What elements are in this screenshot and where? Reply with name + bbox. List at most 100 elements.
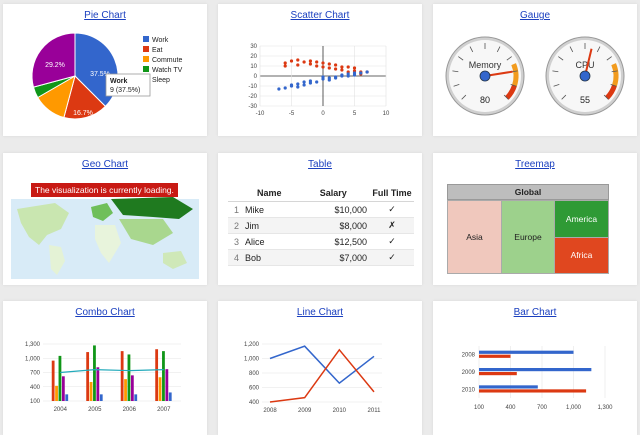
gauge-label: CPU [575, 60, 594, 70]
bar-x-tick: 1,300 [597, 405, 613, 411]
gauge-chart[interactable]: Memory 80 CPU 55 [433, 4, 637, 136]
data-table: Name Salary Full Time 1 Mike $10,000 ✓ 2… [228, 185, 414, 266]
combo-bar [96, 367, 100, 401]
table-row[interactable]: 4 Bob $7,000 ✓ [228, 249, 414, 266]
header-salary[interactable]: Salary [296, 185, 370, 202]
bar-y-tick: 2010 [462, 387, 476, 393]
combo-bar [130, 375, 134, 401]
line-chart[interactable]: 1,200 1,000 800 600 4002008 2009 2010 2011 [218, 301, 422, 435]
scatter-point [340, 73, 344, 77]
scatter-chart-card: Scatter Chart 30 20 10 0 -10 -20 -30 -10 -5 0 5 10 [218, 4, 422, 136]
combo-bar [124, 379, 127, 401]
scatter-point [302, 83, 306, 87]
bar-y-tick: 2008 [462, 353, 476, 359]
treemap-title-link[interactable]: Treemap [433, 159, 637, 170]
combo-bar [89, 382, 93, 401]
gauge-hub [579, 70, 591, 82]
pie-chart-card: Pie Chart 37.5% 16.7% 29.2% Work Eat Commute W… [3, 4, 207, 136]
cell-full-time: ✓ [370, 201, 414, 218]
cell-salary: $8,000 [296, 217, 370, 234]
cell-full-time: ✗ [370, 217, 414, 234]
table-row[interactable]: 1 Mike $10,000 ✓ [228, 201, 414, 218]
scatter-point [359, 71, 363, 75]
line-chart-card: Line Chart 1,200 1,000 800 600 400 2008 2009 20… [218, 301, 422, 435]
combo-bar [93, 345, 96, 401]
world-map[interactable] [3, 153, 207, 285]
combo-y-tick: 400 [30, 385, 41, 391]
scatter-point [308, 59, 312, 63]
combo-x-tick: 2004 [54, 407, 68, 413]
legend-swatch [143, 56, 149, 62]
bar-rect [479, 350, 574, 354]
table-title-link[interactable]: Table [218, 159, 422, 170]
line-x-tick: 2011 [368, 408, 382, 414]
scatter-x-tick: 0 [321, 111, 325, 117]
header-full-time[interactable]: Full Time [370, 185, 414, 202]
combo-x-tick: 2005 [88, 407, 102, 413]
combo-bar [155, 349, 159, 401]
legend-swatch [143, 66, 149, 72]
table-row[interactable]: 3 Alice $12,500 ✓ [228, 233, 414, 250]
treemap-cell-africa[interactable]: Africa [554, 237, 609, 274]
scatter-point [321, 65, 325, 69]
legend-label: Sleep [152, 77, 170, 84]
legend-label: Commute [152, 57, 182, 64]
scatter-point [308, 62, 312, 66]
scatter-point [283, 61, 287, 65]
gauge-value: 80 [480, 95, 490, 105]
scatter-point [334, 76, 338, 80]
combo-chart[interactable]: 1,300 1,000 700 400 100 2004 2005 2006 2007 [3, 301, 207, 435]
treemap-cell-asia[interactable]: Asia [447, 200, 502, 274]
gauge-value: 55 [580, 95, 590, 105]
bar-rect [479, 372, 517, 376]
bar-y-tick: 2009 [462, 370, 476, 376]
combo-bar [165, 369, 169, 401]
scatter-point [327, 66, 331, 70]
scatter-chart[interactable]: 3020100-10-20-30-10 -5 0 5 10 [218, 4, 422, 136]
treemap-cell-america[interactable]: America [554, 200, 609, 238]
pie-chart[interactable]: 37.5%16.7%29.2%WorkEatCommuteWatch TVSle… [3, 4, 207, 136]
pie-tooltip-title: Work [110, 78, 127, 85]
cell-full-time: ✓ [370, 249, 414, 266]
scatter-point [346, 74, 350, 78]
treemap-card: Treemap Global Asia Europe America Afric… [433, 153, 637, 285]
bar-rect [479, 354, 511, 358]
scatter-point [296, 58, 300, 62]
scatter-y-tick: -20 [248, 94, 257, 100]
scatter-point [352, 66, 357, 70]
table-row[interactable]: 2 Jim $8,000 ✗ [228, 217, 414, 234]
scatter-y-tick: -10 [248, 84, 257, 90]
combo-x-tick: 2007 [157, 407, 171, 413]
row-index: 3 [228, 233, 242, 250]
combo-bar [61, 376, 65, 401]
treemap-header[interactable]: Global [447, 184, 609, 200]
cell-name: Alice [242, 233, 297, 250]
pie-tooltip-value: 9 (37.5%) [110, 87, 140, 94]
scatter-point [296, 63, 300, 67]
scatter-x-tick: 10 [383, 111, 390, 117]
scatter-point [283, 86, 287, 90]
bar-chart-card: Bar Chart 100 400 700 1,000 1,300 2008 2009 201… [433, 301, 637, 435]
scatter-point [340, 68, 344, 72]
combo-bar [65, 394, 69, 401]
table-header-row: Name Salary Full Time [228, 185, 414, 202]
legend-swatch [143, 36, 149, 42]
scatter-point [289, 59, 294, 63]
treemap-cell-europe[interactable]: Europe [501, 200, 555, 274]
bar-chart[interactable]: 100 400 700 1,000 1,300 2008 2009 2010 [433, 301, 637, 435]
combo-bar [127, 354, 131, 401]
scatter-x-tick: -5 [289, 111, 295, 117]
scatter-point [334, 63, 338, 67]
combo-bar [162, 351, 165, 401]
header-name[interactable]: Name [242, 185, 297, 202]
line-y-tick: 600 [249, 386, 260, 392]
cell-salary: $12,500 [296, 233, 370, 250]
line-y-tick: 800 [249, 371, 260, 377]
scatter-point [296, 82, 300, 86]
combo-bar [134, 394, 138, 401]
pie-slice-label: 16.7% [73, 110, 93, 117]
cell-name: Bob [242, 249, 297, 266]
gauge-card: Gauge Memory 80 CPU 55 [433, 4, 637, 136]
legend-swatch [143, 46, 149, 52]
scatter-point [321, 61, 325, 65]
